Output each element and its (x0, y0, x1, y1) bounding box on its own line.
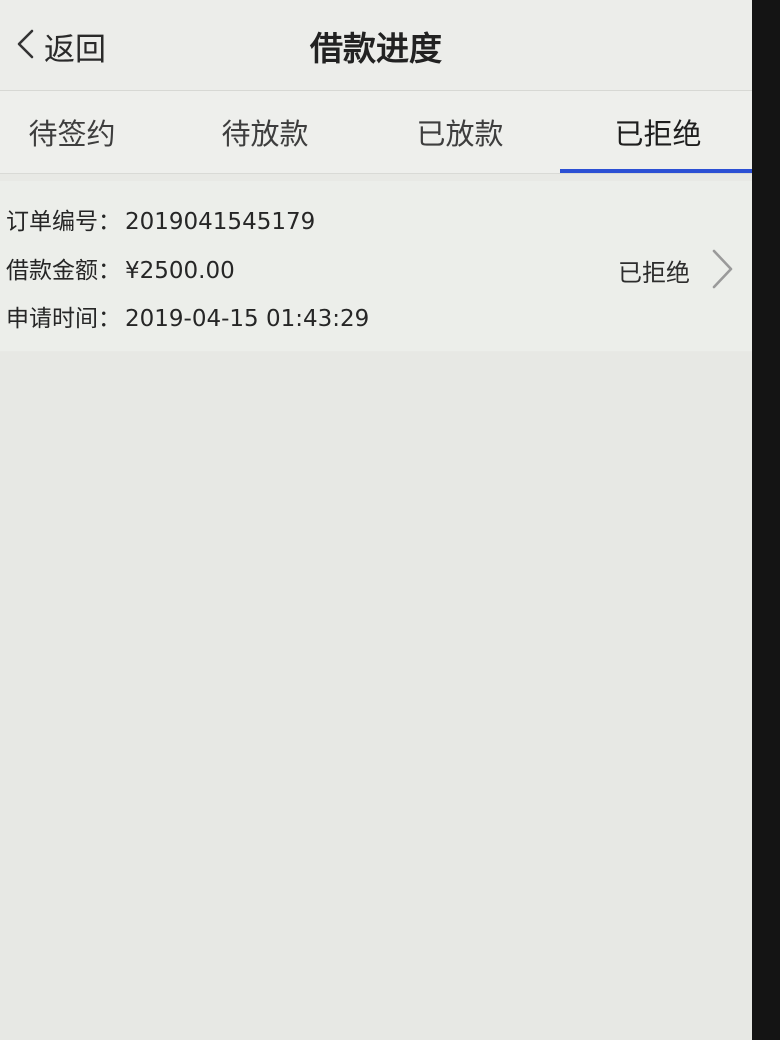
order-number-row: 订单编号： 2019041545179 (6, 202, 315, 236)
app-screen: 返回 借款进度 待签约 待放款 已放款 已拒绝 订单编号： 20190415451… (0, 0, 752, 1040)
tab-disbursed[interactable]: 已放款 (362, 91, 558, 173)
page-title: 借款进度 (310, 29, 442, 68)
tab-pending-disburse[interactable]: 待放款 (167, 91, 363, 173)
device-bezel (752, 0, 780, 1040)
empty-content-area (0, 352, 752, 1040)
apply-time-value: 2019-04-15 01:43:29 (125, 306, 370, 332)
order-status: 已拒绝 (618, 259, 690, 287)
order-number-label: 订单编号： (6, 209, 121, 235)
loan-amount-value: ¥2500.00 (125, 258, 235, 284)
loan-amount-label: 借款金额： (6, 258, 121, 284)
tab-pending-sign[interactable]: 待签约 (0, 91, 170, 173)
loan-amount-row: 借款金额： ¥2500.00 (6, 251, 235, 285)
order-number-value: 2019041545179 (125, 209, 316, 235)
apply-time-label: 申请时间： (6, 306, 121, 332)
apply-time-row: 申请时间： 2019-04-15 01:43:29 (6, 299, 369, 333)
active-tab-indicator (560, 169, 752, 173)
nav-header: 返回 借款进度 (0, 0, 752, 91)
order-list-item[interactable]: 订单编号： 2019041545179 借款金额： ¥2500.00 申请时间： 20… (0, 181, 752, 351)
tab-rejected[interactable]: 已拒绝 (560, 91, 752, 173)
chevron-right-icon (710, 247, 736, 291)
status-tabs: 待签约 待放款 已放款 已拒绝 (0, 91, 752, 174)
